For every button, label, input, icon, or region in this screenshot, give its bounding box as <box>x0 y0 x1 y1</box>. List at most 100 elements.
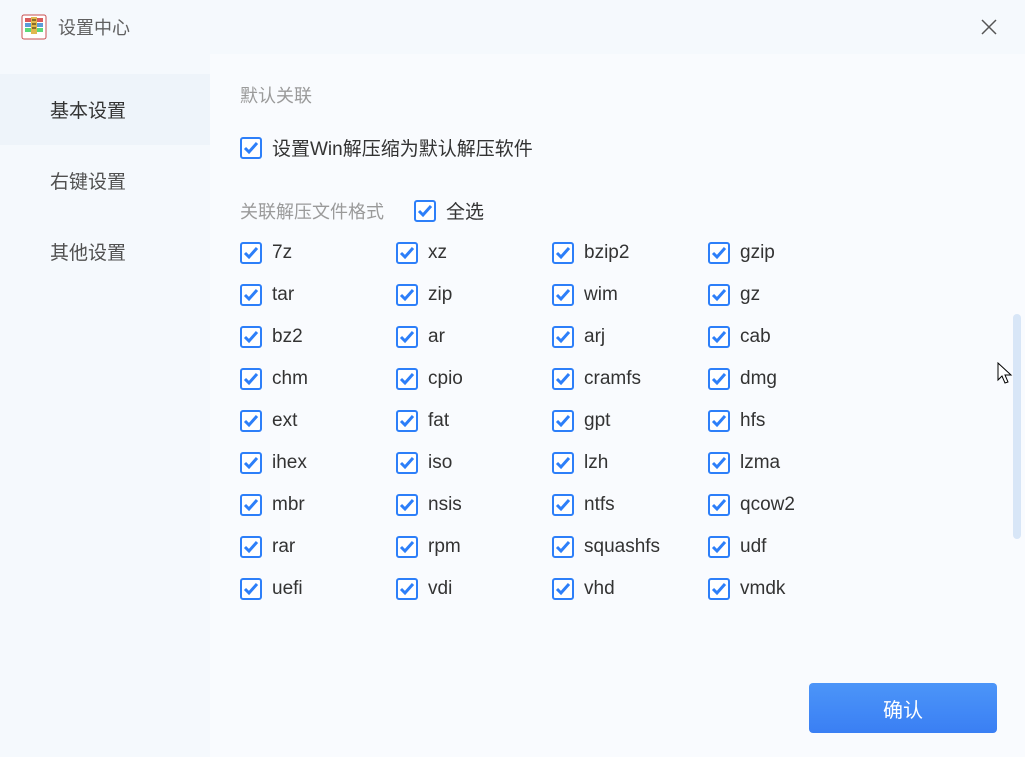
format-item-ntfs: ntfs <box>552 494 708 516</box>
format-checkbox-vhd[interactable] <box>552 578 574 600</box>
format-label: cramfs <box>584 368 641 390</box>
default-app-checkbox[interactable] <box>240 137 262 159</box>
check-icon <box>243 413 259 429</box>
format-checkbox-rpm[interactable] <box>396 536 418 558</box>
scrollbar-thumb[interactable] <box>1013 314 1021 539</box>
format-checkbox-dmg[interactable] <box>708 368 730 390</box>
format-checkbox-nsis[interactable] <box>396 494 418 516</box>
format-checkbox-hfs[interactable] <box>708 410 730 432</box>
check-icon <box>555 413 571 429</box>
format-item-bzip2: bzip2 <box>552 242 708 264</box>
format-item-rpm: rpm <box>396 536 552 558</box>
format-label: ar <box>428 326 445 348</box>
format-checkbox-bzip2[interactable] <box>552 242 574 264</box>
format-checkbox-iso[interactable] <box>396 452 418 474</box>
format-label: ntfs <box>584 494 615 516</box>
check-icon <box>399 371 415 387</box>
format-checkbox-vmdk[interactable] <box>708 578 730 600</box>
format-item-arj: arj <box>552 326 708 348</box>
format-checkbox-zip[interactable] <box>396 284 418 306</box>
format-checkbox-cpio[interactable] <box>396 368 418 390</box>
format-checkbox-xz[interactable] <box>396 242 418 264</box>
format-scroll-area: 7zxzbzip2gziptarzipwimgzbz2ararjcabchmcp… <box>240 242 1005 662</box>
format-label: ext <box>272 410 297 432</box>
format-checkbox-ihex[interactable] <box>240 452 262 474</box>
format-checkbox-gpt[interactable] <box>552 410 574 432</box>
check-icon <box>711 371 727 387</box>
sidebar-item-basic[interactable]: 基本设置 <box>0 74 210 145</box>
select-all-checkbox[interactable] <box>414 200 436 222</box>
format-checkbox-squashfs[interactable] <box>552 536 574 558</box>
format-label: hfs <box>740 410 765 432</box>
close-icon <box>980 18 998 36</box>
format-checkbox-rar[interactable] <box>240 536 262 558</box>
section-default-label: 默认关联 <box>240 82 1005 108</box>
check-icon <box>711 287 727 303</box>
sidebar-item-other[interactable]: 其他设置 <box>0 216 210 287</box>
check-icon <box>243 581 259 597</box>
format-label: cab <box>740 326 771 348</box>
format-checkbox-tar[interactable] <box>240 284 262 306</box>
format-item-udf: udf <box>708 536 864 558</box>
format-label: tar <box>272 284 294 306</box>
format-checkbox-qcow2[interactable] <box>708 494 730 516</box>
format-item-squashfs: squashfs <box>552 536 708 558</box>
format-checkbox-cramfs[interactable] <box>552 368 574 390</box>
format-label: wim <box>584 284 618 306</box>
check-icon <box>243 329 259 345</box>
check-icon <box>243 539 259 555</box>
format-checkbox-ntfs[interactable] <box>552 494 574 516</box>
format-item-chm: chm <box>240 368 396 390</box>
format-checkbox-fat[interactable] <box>396 410 418 432</box>
format-item-tar: tar <box>240 284 396 306</box>
format-checkbox-vdi[interactable] <box>396 578 418 600</box>
format-label: vdi <box>428 578 452 600</box>
format-checkbox-bz2[interactable] <box>240 326 262 348</box>
format-item-ext: ext <box>240 410 396 432</box>
format-label: udf <box>740 536 766 558</box>
format-checkbox-cab[interactable] <box>708 326 730 348</box>
format-item-rar: rar <box>240 536 396 558</box>
sidebar-item-label: 基本设置 <box>50 101 126 122</box>
check-icon <box>711 497 727 513</box>
format-label: chm <box>272 368 308 390</box>
check-icon <box>555 455 571 471</box>
format-checkbox-chm[interactable] <box>240 368 262 390</box>
check-icon <box>711 413 727 429</box>
format-label: vhd <box>584 578 615 600</box>
format-checkbox-udf[interactable] <box>708 536 730 558</box>
format-checkbox-ext[interactable] <box>240 410 262 432</box>
close-button[interactable] <box>973 11 1005 43</box>
format-checkbox-uefi[interactable] <box>240 578 262 600</box>
check-icon <box>417 203 433 219</box>
format-checkbox-lzh[interactable] <box>552 452 574 474</box>
format-checkbox-gzip[interactable] <box>708 242 730 264</box>
titlebar: 设置中心 <box>0 0 1025 54</box>
format-checkbox-mbr[interactable] <box>240 494 262 516</box>
sidebar-item-label: 右键设置 <box>50 172 126 193</box>
format-item-7z: 7z <box>240 242 396 264</box>
format-item-cramfs: cramfs <box>552 368 708 390</box>
sidebar-item-context[interactable]: 右键设置 <box>0 145 210 216</box>
format-label: gzip <box>740 242 775 264</box>
format-label: xz <box>428 242 447 264</box>
format-checkbox-arj[interactable] <box>552 326 574 348</box>
format-checkbox-wim[interactable] <box>552 284 574 306</box>
check-icon <box>243 455 259 471</box>
format-label: gz <box>740 284 760 306</box>
format-label: arj <box>584 326 605 348</box>
format-checkbox-lzma[interactable] <box>708 452 730 474</box>
format-item-wim: wim <box>552 284 708 306</box>
format-checkbox-ar[interactable] <box>396 326 418 348</box>
check-icon <box>555 371 571 387</box>
window-title: 设置中心 <box>58 14 130 40</box>
confirm-button-label: 确认 <box>883 694 923 723</box>
format-label: dmg <box>740 368 777 390</box>
format-checkbox-gz[interactable] <box>708 284 730 306</box>
format-item-gzip: gzip <box>708 242 864 264</box>
check-icon <box>711 245 727 261</box>
format-checkbox-7z[interactable] <box>240 242 262 264</box>
check-icon <box>243 287 259 303</box>
confirm-button[interactable]: 确认 <box>809 683 997 733</box>
format-item-dmg: dmg <box>708 368 864 390</box>
